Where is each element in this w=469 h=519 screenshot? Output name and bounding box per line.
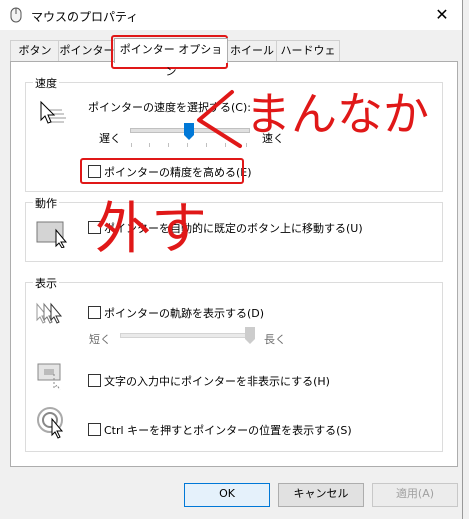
fast-label: 速く (262, 132, 284, 145)
speed-slider-label: ポインターの速度を選択する(C): (88, 101, 251, 114)
motion-group-label: 動作 (33, 195, 59, 211)
speed-tick (206, 143, 207, 147)
short-label: 短く (89, 333, 111, 346)
speed-slider-thumb[interactable] (184, 123, 194, 141)
mouse-icon (10, 7, 22, 23)
speed-tick (149, 143, 150, 147)
snap-checkbox[interactable] (88, 221, 101, 234)
trails-slider-track[interactable] (120, 333, 252, 338)
speed-tick (187, 143, 188, 147)
pointer-speed-icon (40, 100, 66, 124)
window-title: マウスのプロパティ (31, 10, 139, 24)
cancel-button[interactable]: キャンセル (278, 483, 364, 507)
speed-tick (225, 143, 226, 147)
slow-label: 遅く (99, 132, 121, 145)
tab-hardware[interactable]: ハードウェア (276, 40, 340, 77)
annotation-box-precision (80, 158, 244, 184)
pointer-trails-icon (36, 302, 63, 324)
tab-wheel[interactable]: ホイール (226, 40, 278, 61)
ctrl-locate-checkbox[interactable] (88, 423, 101, 436)
trails-label: ポインターの軌跡を表示する(D) (104, 307, 265, 320)
tab-buttons[interactable]: ボタン (10, 40, 60, 61)
ok-button[interactable]: OK (184, 483, 270, 507)
snap-label: ポインターを自動的に既定のボタン上に移動する(U) (104, 222, 363, 235)
trails-checkbox[interactable] (88, 306, 101, 319)
ctrl-locate-label: Ctrl キーを押すとポインターの位置を表示する(S) (104, 424, 352, 437)
long-label: 長く (264, 333, 286, 346)
trails-slider-thumb[interactable] (245, 327, 255, 345)
hide-while-typing-icon (37, 363, 61, 391)
snap-to-button-icon (36, 221, 68, 248)
hide-while-typing-label: 文字の入力中にポインターを非表示にする(H) (104, 375, 330, 388)
tab-strip: ボタン ポインター ポインター オプション ホイール ハードウェア (10, 38, 455, 78)
tab-pointer-options[interactable]: ポインター オプション (114, 38, 228, 78)
close-button[interactable]: ✕ (430, 4, 454, 26)
tab-pointers[interactable]: ポインター (58, 40, 116, 61)
speed-tick (168, 143, 169, 147)
speed-group-label: 速度 (33, 75, 59, 91)
visibility-group-label: 表示 (33, 275, 59, 291)
apply-button[interactable]: 適用(A) (372, 483, 458, 507)
ctrl-locate-icon (37, 407, 64, 439)
speed-tick (131, 143, 132, 147)
hide-while-typing-checkbox[interactable] (88, 374, 101, 387)
speed-tick (246, 143, 247, 147)
